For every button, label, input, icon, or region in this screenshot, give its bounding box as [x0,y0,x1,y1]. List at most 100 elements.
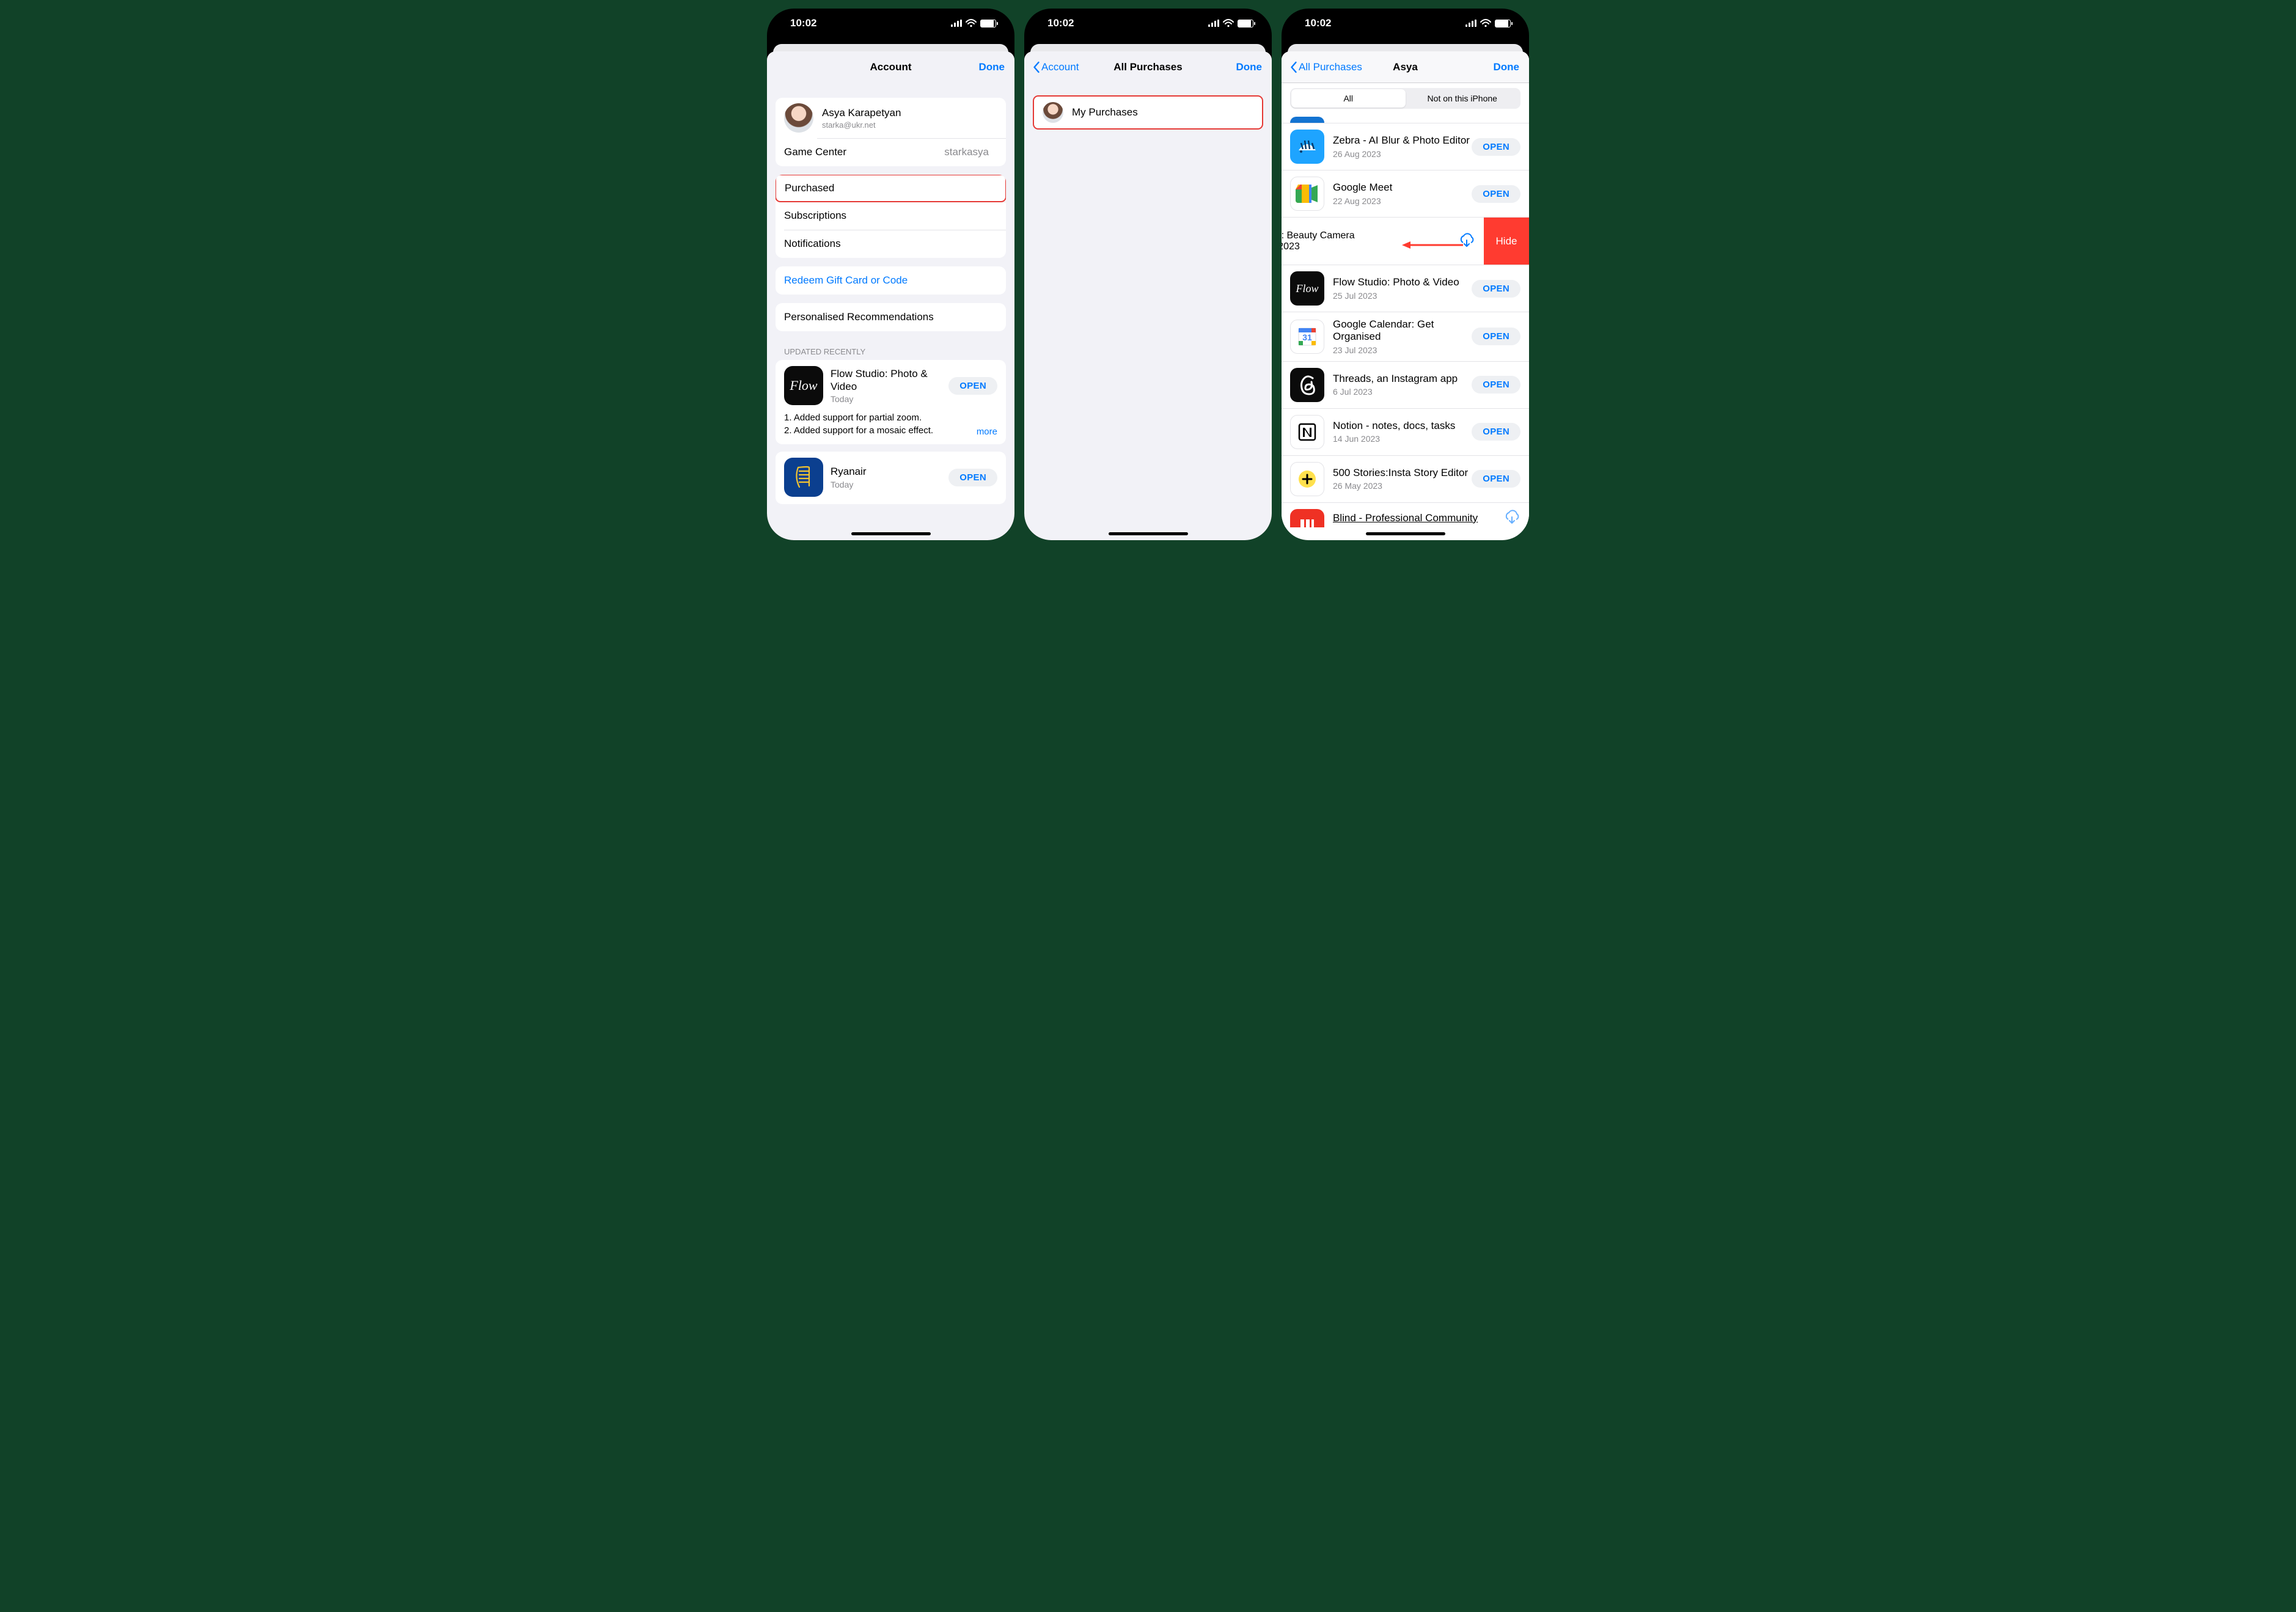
segmented-control[interactable]: All Not on this iPhone [1290,88,1520,109]
app-name: Zebra - AI Blur & Photo Editor [1333,134,1472,147]
notifications-row[interactable]: Notifications [776,230,1006,258]
battery-icon [1495,20,1511,27]
app-date: 26 May 2023 [1333,481,1472,491]
list-row-peek [1282,115,1529,123]
done-button[interactable]: Done [979,61,1005,73]
home-indicator[interactable] [1109,532,1188,535]
phone-account: 10:02 Account Done Asya Karapetyan stark… [767,9,1014,540]
app-icon-google-calendar: 31 [1290,320,1324,354]
home-indicator[interactable] [1366,532,1445,535]
list-row[interactable]: Threads, an Instagram app 6 Jul 2023 OPE… [1282,362,1529,409]
open-button[interactable]: OPEN [1472,376,1520,394]
open-button[interactable]: OPEN [948,377,997,395]
update-app-name: Ryanair [831,465,941,478]
app-date: 26 Aug 2023 [1333,149,1472,159]
wifi-icon [966,19,977,27]
cellular-icon [1208,20,1219,27]
avatar [1043,102,1063,123]
chevron-right-icon [992,212,997,220]
page-title: All Purchases [1113,61,1182,73]
update-card-ryanair[interactable]: Ryanair Today OPEN [776,452,1006,504]
open-button[interactable]: OPEN [1472,423,1520,441]
app-name: Flow Studio: Photo & Video [1333,276,1472,288]
app-name: 500 Stories:Insta Story Editor [1333,467,1472,479]
profile-row[interactable]: Asya Karapetyan starka@ukr.net [776,98,1006,138]
personalised-label: Personalised Recommendations [784,311,992,323]
list-row[interactable]: 31 Google Calendar: Get Organised 23 Jul… [1282,312,1529,362]
open-button[interactable]: OPEN [1472,328,1520,345]
open-button[interactable]: OPEN [1472,138,1520,156]
update-date: Today [831,480,941,489]
app-icon-threads [1290,368,1324,402]
back-button[interactable]: All Purchases [1290,61,1362,73]
purchased-row[interactable]: Purchased [776,175,1006,202]
app-icon-zebra [1290,130,1324,164]
home-indicator[interactable] [851,532,931,535]
open-button[interactable]: OPEN [1472,470,1520,488]
battery-icon [980,20,996,27]
battery-icon [1238,20,1253,27]
phone-purchases-list: 10:02 All Purchases Asya Done All Not on… [1282,9,1529,540]
subscriptions-label: Subscriptions [784,210,992,222]
status-bar: 10:02 [767,9,1014,38]
list-row[interactable]: Flow Flow Studio: Photo & Video 25 Jul 2… [1282,265,1529,312]
segment-all[interactable]: All [1291,89,1406,108]
all-purchases-sheet: Account All Purchases Done My Purchases [1024,51,1272,540]
nav-bar: Account Done [767,51,1014,83]
nav-bar: Account All Purchases Done [1024,51,1272,83]
personalised-row[interactable]: Personalised Recommendations [776,303,1006,331]
my-purchases-row[interactable]: My Purchases [1034,97,1262,128]
page-title: Asya [1393,61,1418,73]
done-button[interactable]: Done [1494,61,1520,73]
more-button[interactable]: more [977,427,997,437]
update-card-flow[interactable]: Flow Flow Studio: Photo & Video Today OP… [776,360,1006,444]
game-center-row[interactable]: Game Center starkasya [776,138,1006,166]
app-icon-500stories [1290,462,1324,496]
wifi-icon [1480,19,1491,27]
app-icon-flow: Flow [1290,271,1324,306]
subscriptions-row[interactable]: Subscriptions [776,202,1006,230]
purchases-list-sheet: All Purchases Asya Done All Not on this … [1282,51,1529,540]
notifications-label: Notifications [784,238,992,250]
game-center-label: Game Center [784,146,944,158]
status-icons [951,19,996,27]
status-bar: 10:02 [1024,9,1272,38]
open-button[interactable]: OPEN [948,469,997,486]
redeem-row[interactable]: Redeem Gift Card or Code [776,266,1006,295]
open-button[interactable]: OPEN [1472,280,1520,298]
wifi-icon [1223,19,1234,27]
app-name: Notion - notes, docs, tasks [1333,420,1472,432]
list-row[interactable]: Notion - notes, docs, tasks 14 Jun 2023 … [1282,409,1529,456]
app-icon-partial [1290,117,1324,123]
back-button[interactable]: Account [1033,61,1079,73]
app-date: 23 Jul 2023 [1333,345,1472,355]
app-name: Google Calendar: Get Organised [1333,318,1472,343]
app-name: Threads, an Instagram app [1333,373,1472,385]
list-row[interactable]: 500 Stories:Insta Story Editor 26 May 20… [1282,456,1529,503]
done-button[interactable]: Done [1236,61,1263,73]
updated-recently-header: UPDATED RECENTLY [767,331,1014,360]
page-title: Account [870,61,912,73]
chevron-right-icon [992,240,997,248]
update-notes: 1. Added support for partial zoom. 2. Ad… [784,411,933,437]
list-row[interactable]: Google Meet 22 Aug 2023 OPEN [1282,170,1529,218]
cellular-icon [951,20,962,27]
segment-not-on-iphone[interactable]: Not on this iPhone [1406,89,1520,108]
back-label: All Purchases [1299,61,1362,73]
app-icon-ryanair [784,458,823,497]
chevron-right-icon [992,148,997,156]
my-purchases-label: My Purchases [1072,106,1249,119]
app-icon-blind [1290,509,1324,527]
app-date: 25 Jul 2023 [1333,291,1472,301]
list-row[interactable]: Blind - Professional Community [1282,503,1529,527]
cloud-download-icon[interactable] [1503,510,1520,527]
cellular-icon [1465,20,1476,27]
annotation-arrow [1402,240,1463,253]
update-date: Today [831,394,941,404]
list-row[interactable]: Zebra - AI Blur & Photo Editor 26 Aug 20… [1282,123,1529,170]
list-row-swiped[interactable]: Hide Persona: Beauty Camera 16 Aug 2023 [1282,218,1529,265]
game-center-value: starkasya [944,146,989,158]
hide-button[interactable]: Hide [1484,218,1529,265]
open-button[interactable]: OPEN [1472,185,1520,203]
app-icon-flow: Flow [784,366,823,405]
